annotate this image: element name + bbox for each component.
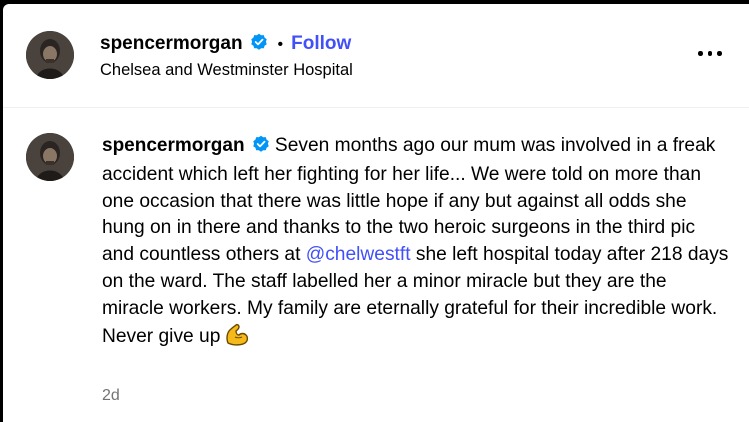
caption-username-link[interactable]: spencermorgan <box>102 135 245 156</box>
separator-dot: • <box>277 36 284 53</box>
screenshot-frame: spencermorgan • Follow Chelsea and Westmin… <box>0 0 749 422</box>
header-title-row: spencermorgan • Follow <box>100 32 351 58</box>
location-link[interactable]: Chelsea and Westminster Hospital <box>100 61 353 80</box>
more-options-icon[interactable] <box>698 48 722 58</box>
avatar[interactable] <box>26 31 74 79</box>
follow-button[interactable]: Follow <box>291 33 351 54</box>
post-card: spencermorgan • Follow Chelsea and Westmin… <box>3 4 749 422</box>
flexed-biceps-icon <box>224 323 250 356</box>
caption-avatar[interactable] <box>26 133 74 181</box>
post-header: spencermorgan • Follow Chelsea and Westmin… <box>3 4 749 108</box>
verified-badge-icon <box>252 135 270 162</box>
post-timestamp[interactable]: 2d <box>102 387 120 405</box>
username-link[interactable]: spencermorgan <box>100 33 243 54</box>
caption-text: spencermorgan Seven months ago our mum w… <box>102 133 732 355</box>
verified-badge-icon <box>250 33 268 58</box>
mention-link[interactable]: @chelwestft <box>306 244 411 265</box>
